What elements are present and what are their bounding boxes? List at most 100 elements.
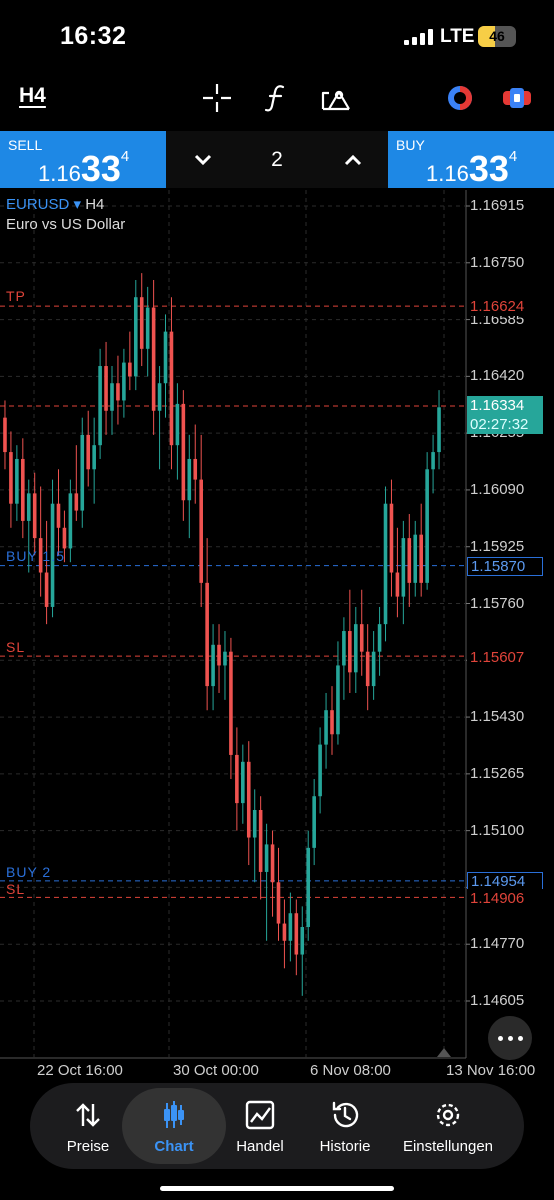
- function-icon[interactable]: [261, 82, 293, 114]
- candle: [348, 631, 352, 673]
- nav-trade[interactable]: Handel: [220, 1083, 300, 1169]
- candle: [205, 582, 209, 687]
- symbol-selector[interactable]: EURUSD ▾ H4: [6, 195, 104, 213]
- crosshair-icon[interactable]: [201, 82, 233, 114]
- lot-decrease-button[interactable]: [188, 145, 218, 175]
- network-type: LTE: [440, 26, 475, 47]
- buy1-label[interactable]: BUY 1.5: [6, 548, 65, 564]
- candle: [252, 809, 257, 838]
- candle: [246, 761, 251, 838]
- candle: [294, 913, 299, 955]
- candle: [98, 366, 102, 446]
- candle: [56, 503, 61, 528]
- sl1-label[interactable]: SL: [6, 639, 25, 655]
- lot-value[interactable]: 2: [262, 148, 292, 172]
- nav-chart-label: Chart: [154, 1138, 194, 1155]
- candle: [288, 913, 293, 941]
- candle: [122, 362, 126, 401]
- battery-icon: 46: [478, 26, 516, 47]
- candle: [32, 493, 37, 539]
- candle: [389, 503, 394, 573]
- candle: [264, 844, 269, 872]
- buy-price: 1.16334: [426, 148, 518, 189]
- nav-settings[interactable]: Einstellungen: [394, 1083, 502, 1169]
- price-axis-label: 1.16090: [470, 480, 525, 498]
- candle: [419, 534, 423, 583]
- price-axis-label: 1.16420: [470, 367, 525, 385]
- candle: [217, 644, 221, 666]
- candle: [163, 331, 168, 384]
- candle: [282, 923, 287, 941]
- candle: [187, 458, 192, 501]
- nav-chart[interactable]: Chart: [122, 1088, 226, 1164]
- current-price-tag: 1.16334: [467, 396, 543, 415]
- candle: [318, 744, 322, 797]
- candle: [211, 644, 215, 687]
- status-time: 16:32: [60, 22, 127, 50]
- candle: [139, 297, 144, 349]
- candle: [223, 651, 227, 666]
- buy-button[interactable]: BUY 1.16334: [388, 131, 554, 189]
- candle: [175, 403, 180, 446]
- candle: [74, 493, 79, 511]
- candle: [128, 362, 132, 377]
- price-axis-label: 1.16915: [470, 197, 525, 214]
- candle: [401, 538, 406, 597]
- more-options-button[interactable]: [488, 1016, 532, 1060]
- time-axis-label: 30 Oct 00:00: [173, 1062, 259, 1079]
- candle: [116, 383, 120, 401]
- candle: [21, 458, 25, 521]
- candle: [359, 624, 364, 652]
- sell-button[interactable]: SELL 1.16334: [0, 131, 166, 189]
- trade-mode-icon[interactable]: [501, 82, 533, 114]
- candle: [157, 383, 162, 411]
- chart-shift-icon[interactable]: [436, 1046, 452, 1058]
- candle: [151, 307, 156, 411]
- candle: [199, 479, 203, 583]
- home-indicator: [160, 1186, 394, 1191]
- candle: [276, 882, 281, 924]
- candle: [145, 307, 150, 349]
- candle-countdown: 02:27:32: [467, 415, 543, 434]
- candle: [395, 572, 400, 597]
- tp-label[interactable]: TP: [6, 288, 26, 304]
- candle: [425, 469, 429, 583]
- candle: [270, 844, 275, 883]
- candle: [342, 631, 346, 666]
- lot-selector: 2: [166, 131, 388, 188]
- nav-settings-label: Einstellungen: [402, 1138, 494, 1155]
- price-axis-label: 1.15760: [470, 594, 525, 612]
- candle: [241, 761, 245, 804]
- sl2-label[interactable]: SL: [6, 881, 25, 897]
- indicator-toggle-icon[interactable]: [444, 82, 476, 114]
- time-axis-label: 13 Nov 16:00: [446, 1062, 536, 1079]
- candle: [104, 366, 108, 411]
- buy2-label[interactable]: BUY 2: [6, 864, 51, 880]
- chart-icon: [164, 1101, 184, 1128]
- lot-increase-button[interactable]: [338, 145, 368, 175]
- candle: [300, 927, 305, 955]
- candle: [92, 445, 96, 470]
- trade-icon: [245, 1100, 275, 1130]
- battery-level: 46: [489, 28, 505, 44]
- candle: [371, 651, 376, 687]
- history-icon: [332, 1101, 359, 1128]
- sell-price: 1.16334: [38, 148, 130, 189]
- sl2-price: 1.14906: [467, 889, 543, 908]
- nav-quotes[interactable]: Preise: [44, 1083, 132, 1169]
- candle: [86, 434, 91, 470]
- candle: [407, 538, 412, 583]
- timeframe-button[interactable]: H4: [19, 84, 46, 108]
- nav-history[interactable]: Historie: [304, 1083, 386, 1169]
- candle: [9, 452, 13, 504]
- candle: [330, 710, 334, 735]
- tp-price: 1.16624: [467, 297, 543, 316]
- bottom-navigation: Preise Chart Handel Historie Einstellung…: [30, 1083, 524, 1169]
- candle: [181, 403, 186, 501]
- time-axis-label: 22 Oct 16:00: [37, 1062, 123, 1079]
- objects-icon[interactable]: [320, 82, 352, 114]
- candle: [3, 417, 7, 453]
- candle: [336, 665, 340, 735]
- candle: [110, 383, 114, 411]
- candle: [413, 534, 418, 583]
